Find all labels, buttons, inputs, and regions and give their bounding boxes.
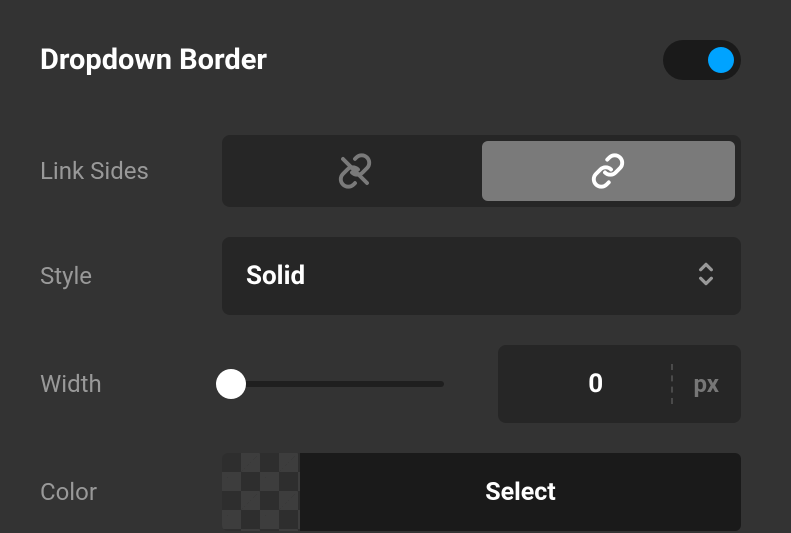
link-icon bbox=[590, 153, 626, 189]
color-select-button[interactable]: Select bbox=[300, 453, 741, 531]
unlink-icon bbox=[337, 153, 373, 189]
width-slider[interactable] bbox=[222, 369, 444, 399]
width-label: Width bbox=[40, 370, 222, 398]
link-sides-linked-button[interactable] bbox=[482, 141, 736, 201]
color-swatch[interactable] bbox=[222, 453, 300, 531]
width-unit[interactable]: px bbox=[671, 364, 719, 404]
width-number-input[interactable]: 0 px bbox=[498, 345, 741, 423]
link-sides-unlinked-button[interactable] bbox=[228, 141, 482, 201]
color-row: Color Select bbox=[40, 453, 741, 531]
link-sides-segmented bbox=[222, 135, 741, 207]
link-sides-row: Link Sides bbox=[40, 135, 741, 207]
enable-toggle[interactable] bbox=[663, 40, 741, 80]
section-title: Dropdown Border bbox=[40, 43, 267, 77]
style-label: Style bbox=[40, 262, 222, 290]
chevron-up-down-icon bbox=[695, 259, 717, 293]
slider-thumb[interactable] bbox=[216, 369, 246, 399]
link-sides-label: Link Sides bbox=[40, 157, 222, 185]
width-value: 0 bbox=[520, 369, 671, 399]
color-label: Color bbox=[40, 478, 222, 506]
style-value: Solid bbox=[246, 261, 305, 291]
width-row: Width 0 px bbox=[40, 345, 741, 423]
toggle-knob bbox=[708, 47, 734, 73]
section-header: Dropdown Border bbox=[40, 40, 741, 80]
slider-track bbox=[222, 381, 444, 387]
style-select[interactable]: Solid bbox=[222, 237, 741, 315]
style-row: Style Solid bbox=[40, 237, 741, 315]
